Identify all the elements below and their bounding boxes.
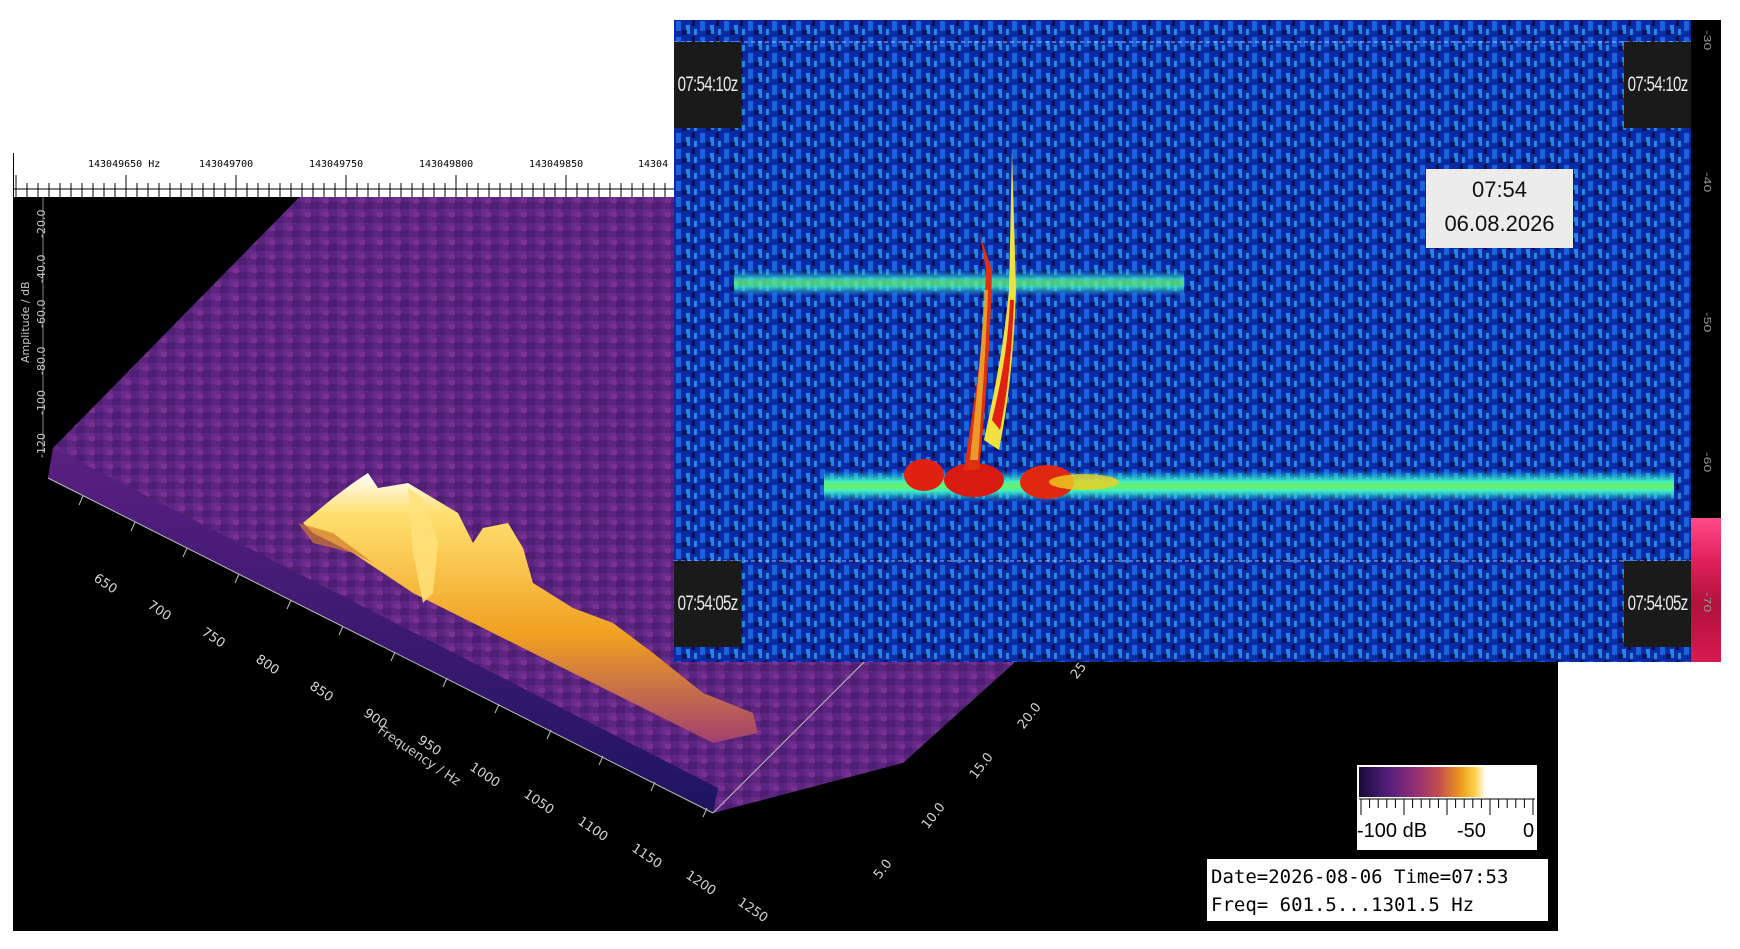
ruler-label: 143049850 xyxy=(529,159,583,170)
waterfall-level-bar xyxy=(1691,518,1721,662)
info-frequency-range: Freq= 601.5...1301.5 Hz xyxy=(1211,894,1475,916)
waterfall-scale-label: -70 xyxy=(1701,592,1713,613)
timestamp-badge-bottom-left: 07:54:05z xyxy=(674,561,741,647)
frequency-ruler: 143049650 Hz 143049700 143049750 1430498… xyxy=(13,153,674,197)
amplitude-tick: -60.0 xyxy=(35,299,48,328)
amplitude-axis-title: Amplitude / dB xyxy=(19,281,32,363)
amplitude-tick: -80.0 xyxy=(35,346,48,375)
info-box: Date=2026-08-06 Time=07:53 Freq= 601.5..… xyxy=(1206,858,1549,922)
timestamp-badge-top-left: 07:54:10z xyxy=(674,42,741,128)
date-time-overlay: 07:54 06.08.2026 xyxy=(1426,169,1573,248)
color-scale-label: 0 xyxy=(1523,820,1535,842)
amplitude-tick: -100 xyxy=(35,390,48,415)
color-scale-gradient xyxy=(1359,767,1535,797)
waterfall-scale-label: -50 xyxy=(1701,312,1713,333)
timestamp-badge-bottom-right: 07:54:05z xyxy=(1624,561,1691,647)
ruler-label: 14304 xyxy=(638,159,668,170)
ruler-label: 143049800 xyxy=(419,159,473,170)
overlay-date: 06.08.2026 xyxy=(1444,211,1555,236)
color-scale-label: -50 xyxy=(1457,820,1486,842)
waterfall-level-scale: -30 -40 -50 -60 -70 xyxy=(1691,20,1721,662)
amplitude-tick: -120 xyxy=(35,433,48,458)
timestamp-badge-top-right: 07:54:10z xyxy=(1624,42,1691,128)
waterfall-scale-label: -40 xyxy=(1701,172,1713,193)
waterfall-scale-label: -60 xyxy=(1701,452,1713,473)
color-scale: -100 dB -50 0 xyxy=(1357,765,1537,850)
waterfall-scale-label: -30 xyxy=(1701,30,1713,51)
ruler-label: 143049750 xyxy=(309,159,363,170)
waterfall-image xyxy=(674,20,1691,662)
ruler-label: 143049700 xyxy=(199,159,253,170)
amplitude-tick: -40.0 xyxy=(35,254,48,283)
info-date-time: Date=2026-08-06 Time=07:53 xyxy=(1211,866,1509,888)
amplitude-tick: -20.0 xyxy=(35,209,48,238)
color-scale-label: -100 dB xyxy=(1357,820,1428,842)
overlay-time: 07:54 xyxy=(1471,177,1528,202)
waterfall-panel: 07:54:10z 07:54:10z 07:54:05z 07:54:05z … xyxy=(674,20,1691,662)
ruler-label: 143049650 Hz xyxy=(88,159,160,170)
